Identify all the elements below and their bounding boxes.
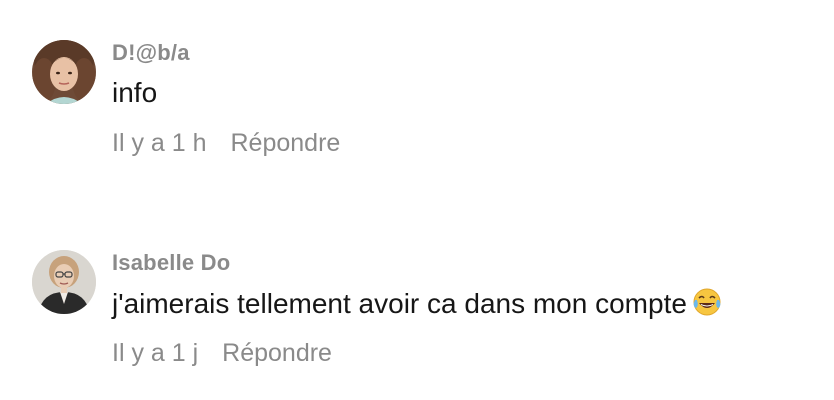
comment-text: info (112, 77, 158, 108)
comment-meta: Il y a 1 j Répondre (112, 338, 812, 368)
comment-meta: Il y a 1 h Répondre (112, 128, 812, 158)
user-avatar-icon (32, 250, 96, 314)
user-avatar-icon (32, 40, 96, 104)
face-with-tears-of-joy-icon (693, 288, 721, 316)
comment-text-content: j'aimerais tellement avoir ca dans mon c… (112, 288, 687, 319)
comment-timestamp: Il y a 1 h (112, 129, 207, 157)
comment-username[interactable]: Isabelle Do (112, 250, 812, 276)
comment-timestamp: Il y a 1 j (112, 339, 199, 367)
comment-text: j'aimerais tellement avoir ca dans mon c… (112, 286, 812, 320)
reply-button[interactable]: Répondre (222, 338, 332, 368)
avatar[interactable] (32, 40, 96, 104)
avatar[interactable] (32, 250, 96, 314)
reply-button[interactable]: Répondre (231, 128, 341, 158)
comment-username[interactable]: D!@b/a (112, 40, 812, 66)
